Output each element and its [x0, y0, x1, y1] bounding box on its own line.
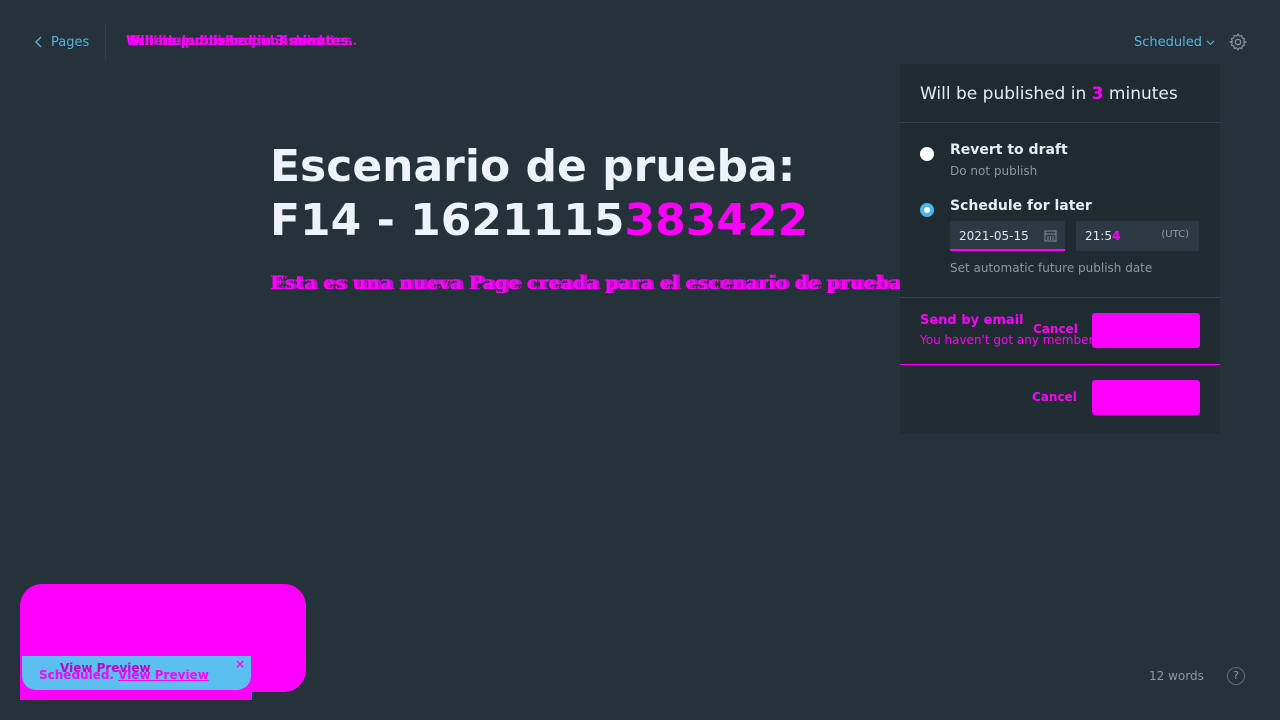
notification-prefix: Scheduled. — [39, 668, 114, 682]
schedule-option-title: Schedule for later — [950, 198, 1092, 214]
word-count: 12 words — [1149, 669, 1204, 683]
title-after: minutes — [1108, 84, 1178, 104]
publish-time-input[interactable]: 21:54 (UTC) — [1076, 221, 1199, 251]
gear-icon[interactable] — [1228, 32, 1248, 52]
schedule-button-ghost — [1092, 313, 1200, 348]
schedule-for-later-option[interactable]: Schedule for later — [920, 198, 1210, 222]
cancel-button[interactable]: Cancel — [1032, 390, 1077, 404]
publish-date-input[interactable]: 2021-05-15 — [950, 221, 1065, 251]
schedule-hint: Set automatic future publish date — [950, 261, 1153, 275]
time-value-overlap: 4 — [1111, 229, 1121, 243]
publish-menu-title: Will be published in 3 minutes — [920, 84, 1178, 104]
publish-menu-panel: Will be published in 3 minutes Revert to… — [900, 64, 1220, 434]
revert-option-title: Revert to draft — [950, 142, 1068, 158]
post-title[interactable]: Escenario de prueba: F14 - 1621115383422 — [270, 140, 890, 248]
post-status-text: Will be published in 3 minutes. Schedule… — [126, 34, 386, 50]
title-before: Will be published in — [920, 84, 1087, 104]
publish-menu-header: Will be published in 3 minutes — [900, 64, 1220, 123]
schedule-button[interactable] — [1092, 380, 1200, 415]
time-value-prefix: 21:5 — [1085, 229, 1112, 243]
chevron-down-icon — [1206, 39, 1215, 45]
calendar-icon[interactable] — [1044, 229, 1057, 242]
send-by-email-title: Send by email — [920, 313, 1024, 328]
close-icon[interactable]: × — [235, 657, 245, 671]
title-minutes: 3 — [1091, 84, 1104, 104]
header-divider — [105, 24, 106, 60]
back-link-label: Pages — [51, 34, 90, 50]
panel-divider — [900, 297, 1220, 298]
scheduled-notification: View Preview Scheduled. View Preview × — [22, 656, 251, 690]
view-preview-link[interactable]: View Preview — [118, 668, 209, 682]
post-title-overlap: 383422 — [624, 195, 809, 246]
revert-option-desc: Do not publish — [950, 164, 1038, 178]
status-text-layer-3: Will be published in 4 minutes. — [130, 34, 358, 49]
chevron-left-icon — [35, 36, 42, 48]
revert-radio[interactable] — [920, 147, 934, 161]
post-excerpt[interactable]: Esta es una nueva Page creada para el es… — [270, 272, 951, 298]
timezone-label: (UTC) — [1161, 229, 1189, 240]
publish-menu-footer: Cancel — [900, 365, 1220, 434]
excerpt-text-layer-2: Esta es una nueva Page creada para el es… — [273, 272, 951, 294]
revert-to-draft-option[interactable]: Revert to draft Do not publish — [920, 142, 1210, 182]
schedule-radio[interactable] — [920, 203, 934, 217]
publish-status-dropdown[interactable]: Scheduled — [1134, 33, 1215, 51]
notification-text: Scheduled. View Preview — [39, 668, 209, 682]
status-dropdown-label: Scheduled — [1134, 34, 1202, 50]
back-to-pages-link[interactable]: Pages — [33, 33, 89, 51]
cancel-ghost-label: Cancel — [1033, 322, 1078, 336]
help-icon[interactable]: ? — [1227, 667, 1245, 685]
time-value: 21:54 — [1085, 229, 1120, 243]
date-value: 2021-05-15 — [959, 229, 1029, 243]
